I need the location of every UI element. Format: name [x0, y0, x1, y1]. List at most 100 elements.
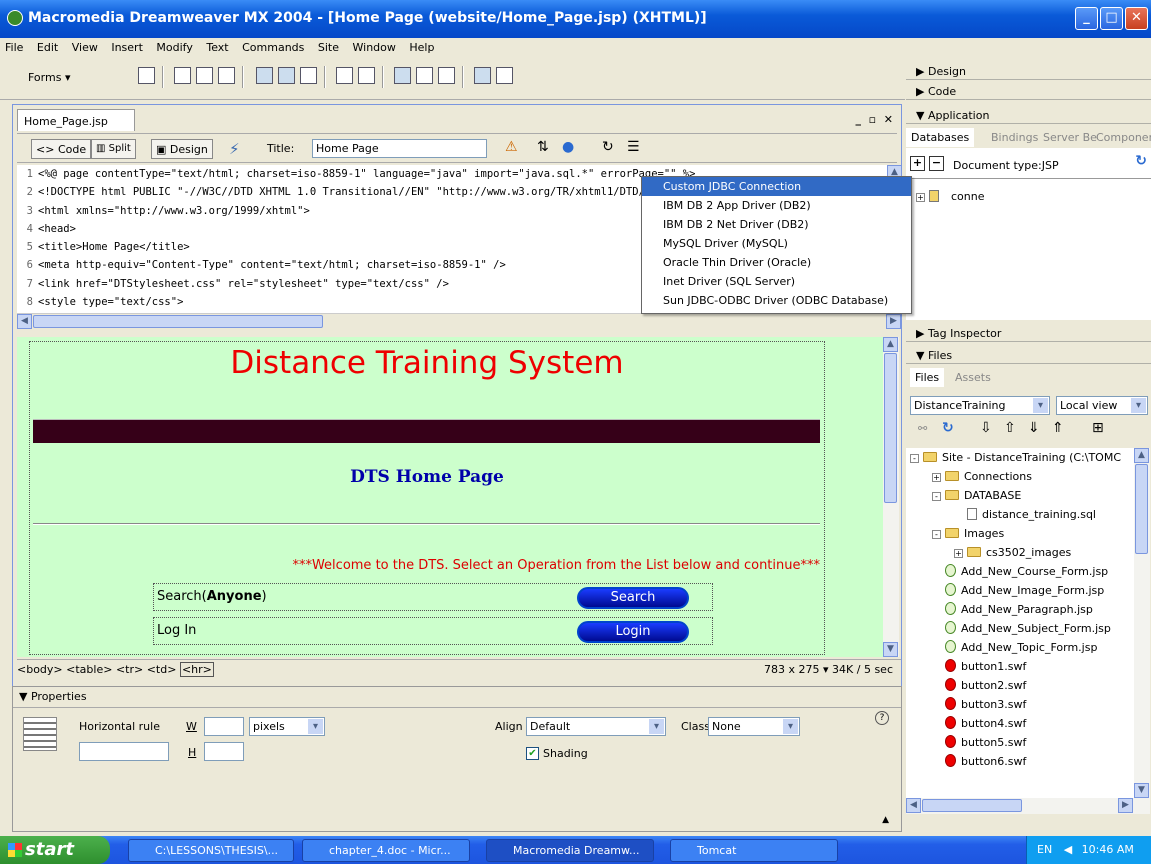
file-tree-item[interactable]: Add_New_Image_Form.jsp: [906, 581, 1134, 600]
design-view-button[interactable]: ▣ Design: [151, 139, 213, 159]
scrollbar-thumb[interactable]: [922, 799, 1022, 812]
menu-window[interactable]: Window: [351, 38, 398, 57]
scroll-down-arrow-icon[interactable]: ▼: [1134, 783, 1149, 798]
file-tree-item[interactable]: button4.swf: [906, 714, 1134, 733]
label-icon[interactable]: [474, 67, 491, 84]
expand-icon[interactable]: +: [932, 473, 941, 482]
align-select[interactable]: Default: [526, 717, 666, 736]
scroll-right-arrow-icon[interactable]: ▶: [1118, 798, 1133, 813]
file-tree-item[interactable]: + cs3502_images: [906, 543, 1134, 562]
class-select[interactable]: None: [708, 717, 800, 736]
design-view[interactable]: Distance Training System DTS Home Page *…: [17, 337, 883, 657]
code-panel-header[interactable]: ▶ Code: [906, 82, 1151, 100]
design-vertical-scrollbar[interactable]: ▲ ▼: [883, 337, 899, 657]
application-panel-header[interactable]: ▼ Application: [906, 106, 1151, 124]
network-icon[interactable]: ◀: [1064, 843, 1072, 856]
language-indicator[interactable]: EN: [1037, 843, 1052, 856]
rule-name-input[interactable]: [79, 742, 169, 761]
preview-browser-icon[interactable]: ●: [562, 139, 574, 155]
task-explorer[interactable]: C:\LESSONS\THESIS\...: [128, 839, 294, 862]
file-tree-item[interactable]: button3.swf: [906, 695, 1134, 714]
horizontal-rule[interactable]: [33, 523, 820, 525]
check-in-icon[interactable]: ⇑: [1052, 420, 1064, 436]
file-tree-item[interactable]: - Images: [906, 524, 1134, 543]
tab-databases[interactable]: Databases: [906, 128, 975, 147]
refresh-icon[interactable]: ↻: [602, 139, 614, 155]
file-tree-item[interactable]: button5.swf: [906, 733, 1134, 752]
menu-file[interactable]: File: [3, 38, 25, 57]
scroll-up-arrow-icon[interactable]: ▲: [1134, 448, 1149, 463]
refresh-files-icon[interactable]: ↻: [942, 420, 954, 436]
tab-files[interactable]: Files: [910, 368, 945, 387]
menu-help[interactable]: Help: [407, 38, 436, 57]
menu-text[interactable]: Text: [204, 38, 230, 57]
hidden-field-icon[interactable]: [196, 67, 213, 84]
connect-icon[interactable]: ⚯: [918, 422, 927, 435]
radio-button-icon[interactable]: [278, 67, 295, 84]
jump-menu-icon[interactable]: [358, 67, 375, 84]
collapse-icon[interactable]: -: [910, 454, 919, 463]
title-bar[interactable]: Macromedia Dreamweaver MX 2004 - [Home P…: [0, 0, 1151, 38]
collapse-properties-icon[interactable]: ▲: [882, 815, 889, 825]
close-button[interactable]: ✕: [1125, 7, 1148, 30]
add-connection-button[interactable]: +: [910, 156, 925, 171]
code-view-button[interactable]: <> Code: [31, 139, 92, 159]
menu-commands[interactable]: Commands: [240, 38, 306, 57]
button-icon[interactable]: [438, 67, 455, 84]
tag-td[interactable]: <td>: [147, 663, 177, 676]
menu-site[interactable]: Site: [316, 38, 341, 57]
tag-inspector-header[interactable]: ▶ Tag Inspector: [906, 324, 1151, 342]
file-tree-hscrollbar[interactable]: ◀ ▶: [906, 798, 1150, 814]
menu-item-sun-jdbc-odbc[interactable]: Sun JDBC-ODBC Driver (ODBC Database): [642, 291, 911, 310]
tag-body[interactable]: <body>: [17, 663, 63, 676]
scroll-left-arrow-icon[interactable]: ◀: [17, 314, 32, 329]
files-panel-header[interactable]: ▼ Files: [906, 346, 1151, 364]
shading-checkbox[interactable]: ✔: [526, 747, 539, 760]
scroll-left-arrow-icon[interactable]: ◀: [906, 798, 921, 813]
tab-components[interactable]: Componer: [1091, 128, 1151, 147]
checkbox-icon[interactable]: [256, 67, 273, 84]
minimize-button[interactable]: _: [1075, 7, 1098, 30]
fieldset-icon[interactable]: [496, 67, 513, 84]
properties-header[interactable]: ▼ Properties: [19, 690, 87, 703]
live-data-icon[interactable]: ⚡: [229, 140, 240, 158]
title-input[interactable]: Home Page: [312, 139, 487, 158]
code-horizontal-scrollbar[interactable]: ◀ ▶: [17, 313, 901, 329]
file-tree-item[interactable]: + Connections: [906, 467, 1134, 486]
task-dreamweaver[interactable]: Macromedia Dreamw...: [486, 839, 654, 862]
menu-item-inet-sqlserver[interactable]: Inet Driver (SQL Server): [642, 272, 911, 291]
menu-view[interactable]: View: [70, 38, 100, 57]
menu-item-ibm-db2-net[interactable]: IBM DB 2 Net Driver (DB2): [642, 215, 911, 234]
insert-category-select[interactable]: Forms ▾: [28, 71, 70, 84]
file-field-icon[interactable]: [416, 67, 433, 84]
connection-tree-item[interactable]: + conne: [916, 190, 985, 203]
text-field-icon[interactable]: [174, 67, 191, 84]
menu-item-ibm-db2-app[interactable]: IBM DB 2 App Driver (DB2): [642, 196, 911, 215]
maximize-button[interactable]: □: [1100, 7, 1123, 30]
menu-modify[interactable]: Modify: [154, 38, 194, 57]
clock[interactable]: 10:46 AM: [1082, 843, 1134, 856]
collapse-icon[interactable]: -: [932, 492, 941, 501]
file-tree-item[interactable]: - DATABASE: [906, 486, 1134, 505]
file-tree-scrollbar[interactable]: ▲ ▼: [1134, 448, 1150, 798]
task-tomcat[interactable]: Tomcat: [670, 839, 838, 862]
file-tree-item[interactable]: distance_training.sql: [906, 505, 1134, 524]
split-view-button[interactable]: ▥ Split: [91, 139, 136, 159]
help-icon[interactable]: ?: [875, 711, 889, 725]
view-select[interactable]: Local view: [1056, 396, 1148, 415]
scroll-down-arrow-icon[interactable]: ▼: [883, 642, 898, 657]
tab-assets[interactable]: Assets: [950, 368, 996, 387]
width-input[interactable]: [204, 717, 244, 736]
login-button[interactable]: Login: [577, 621, 689, 643]
document-window-controls[interactable]: _ ▫ ✕: [856, 113, 894, 126]
height-input[interactable]: [204, 742, 244, 761]
tag-tr[interactable]: <tr>: [116, 663, 143, 676]
put-files-icon[interactable]: ⇧: [1004, 420, 1016, 436]
validate-icon[interactable]: ⚠: [505, 139, 518, 155]
menu-item-custom-jdbc[interactable]: Custom JDBC Connection: [642, 177, 911, 196]
scrollbar-thumb[interactable]: [1135, 464, 1148, 554]
file-tree-item[interactable]: button2.swf: [906, 676, 1134, 695]
form-icon[interactable]: [138, 67, 155, 84]
site-select[interactable]: DistanceTraining: [910, 396, 1050, 415]
view-options-icon[interactable]: ☰: [627, 139, 640, 155]
